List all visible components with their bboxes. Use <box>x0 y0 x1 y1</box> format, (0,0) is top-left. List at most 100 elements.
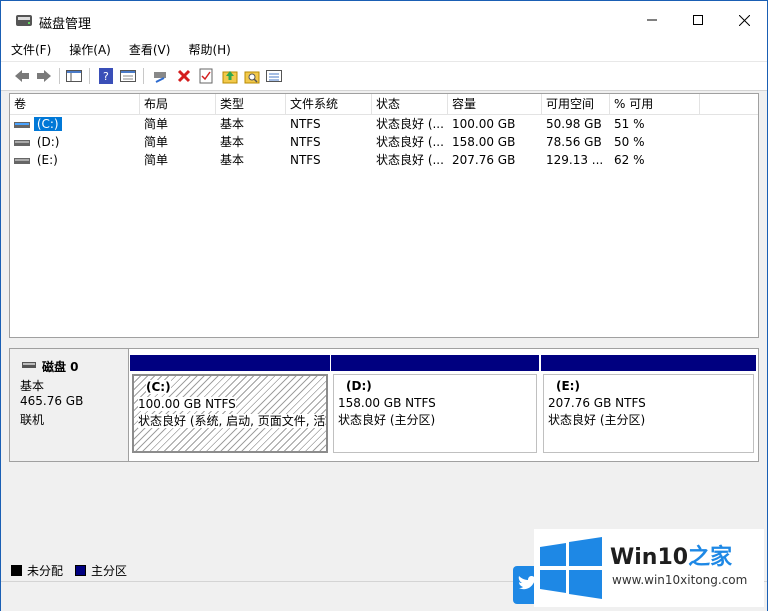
volume-row[interactable]: (D:) 简单 基本 NTFS 状态良好 (... 158.00 GB 78.5… <box>10 133 758 151</box>
volume-filesystem: NTFS <box>290 153 321 167</box>
help-book-icon: ? <box>99 68 113 84</box>
column-percent-free[interactable]: % 可用 <box>610 94 700 114</box>
list-view-icon <box>266 70 282 82</box>
help-button[interactable]: ? <box>97 67 115 85</box>
partition-body: (E:) 207.76 GB NTFS 状态良好 (主分区) <box>543 374 754 453</box>
volume-type: 基本 <box>220 153 245 167</box>
checklist-icon <box>199 68 213 84</box>
toolbar-separator <box>89 68 90 84</box>
toolbar-separator <box>59 68 60 84</box>
folder-search-icon <box>244 71 260 84</box>
volume-capacity: 207.76 GB <box>452 153 516 167</box>
volume-status: 状态良好 (... <box>376 117 444 131</box>
disk-size: 465.76 GB <box>20 394 84 408</box>
menu-help[interactable]: 帮助(H) <box>178 39 238 61</box>
volume-free-space: 78.56 GB <box>546 135 602 149</box>
column-free-space[interactable]: 可用空间 <box>542 94 610 114</box>
partition-body: (D:) 158.00 GB NTFS 状态良好 (主分区) <box>333 374 537 453</box>
console-tree-button[interactable] <box>65 67 83 85</box>
volume-percent-free: 62 % <box>614 153 645 167</box>
legend-unallocated: 未分配 <box>27 563 64 578</box>
volume-type: 基本 <box>220 135 245 149</box>
volume-filesystem: NTFS <box>290 135 321 149</box>
column-capacity[interactable]: 容量 <box>448 94 542 114</box>
volume-row[interactable]: (C:) 简单 基本 NTFS 状态良好 (... 100.00 GB 50.9… <box>10 115 758 133</box>
volume-name: (E:) <box>36 153 58 167</box>
volume-list-pane[interactable]: 卷 布局 类型 文件系统 状态 容量 可用空间 % 可用 (C:) 简单 基本 … <box>9 93 759 338</box>
volume-name: (D:) <box>36 135 60 149</box>
disk-connect-icon <box>154 72 166 83</box>
close-button[interactable] <box>721 1 767 39</box>
watermark-url: www.win10xitong.com <box>612 573 748 587</box>
partition-status: 状态良好 (主分区) <box>338 413 436 427</box>
volume-row[interactable]: (E:) 简单 基本 NTFS 状态良好 (... 207.76 GB 129.… <box>10 151 758 169</box>
menu-view[interactable]: 查看(V) <box>119 39 179 61</box>
close-icon <box>738 14 750 26</box>
column-layout[interactable]: 布局 <box>140 94 216 114</box>
column-type[interactable]: 类型 <box>216 94 286 114</box>
partition-bar <box>541 355 756 371</box>
windows-logo-icon <box>540 537 602 599</box>
toolbar-separator <box>143 68 144 84</box>
volume-free-space: 50.98 GB <box>546 117 602 131</box>
disk-graphical-pane[interactable]: 磁盘 0 基本 465.76 GB 联机 (C:) 100.00 GB NTFS… <box>9 348 759 462</box>
volume-icon <box>14 121 30 128</box>
list-view-button[interactable] <box>265 67 283 85</box>
disk-kind: 基本 <box>20 379 45 393</box>
up-folder-button[interactable] <box>221 67 239 85</box>
volume-capacity: 158.00 GB <box>452 135 516 149</box>
menu-file[interactable]: 文件(F) <box>1 39 59 61</box>
volume-layout: 简单 <box>144 117 169 131</box>
partition-d[interactable]: (D:) 158.00 GB NTFS 状态良好 (主分区) <box>331 355 539 455</box>
column-filesystem[interactable]: 文件系统 <box>286 94 372 114</box>
disk-icon <box>22 362 36 368</box>
volume-percent-free: 50 % <box>614 135 645 149</box>
svg-text:?: ? <box>103 70 109 83</box>
properties-button[interactable] <box>119 67 137 85</box>
unallocated-swatch <box>11 564 22 576</box>
partition-bar <box>331 355 539 371</box>
search-folder-button[interactable] <box>243 67 261 85</box>
disk-management-icon <box>16 15 32 26</box>
console-tree-icon <box>66 70 82 82</box>
partition-label: (C:) <box>146 380 171 394</box>
partition-e[interactable]: (E:) 207.76 GB NTFS 状态良好 (主分区) <box>541 355 756 455</box>
partition-c[interactable]: (C:) 100.00 GB NTFS 状态良好 (系统, 启动, 页面文件, … <box>130 355 330 455</box>
pane-splitter[interactable] <box>1 340 767 346</box>
disk-management-window: 磁盘管理 文件(F) 操作(A) 查看(V) 帮助(H) ? 卷 布局 类型 文… <box>0 0 768 611</box>
disk-info[interactable]: 磁盘 0 基本 465.76 GB 联机 <box>10 349 129 461</box>
watermark: Win10之家 www.win10xitong.com <box>534 529 764 607</box>
volume-icon <box>14 139 30 146</box>
forward-button[interactable] <box>35 67 53 85</box>
menu-bar: 文件(F) 操作(A) 查看(V) 帮助(H) <box>1 39 767 61</box>
maximize-button[interactable] <box>675 1 721 39</box>
connect-disk-button[interactable] <box>151 67 169 85</box>
partition-label: (D:) <box>346 379 372 393</box>
back-button[interactable] <box>13 67 31 85</box>
properties-window-icon <box>120 70 136 82</box>
volume-list-header: 卷 布局 类型 文件系统 状态 容量 可用空间 % 可用 <box>10 94 758 115</box>
volume-layout: 简单 <box>144 135 169 149</box>
disk-name: 磁盘 0 <box>42 360 79 374</box>
delete-x-icon <box>177 69 191 83</box>
window-title: 磁盘管理 <box>39 17 92 32</box>
watermark-brand: Win10 <box>610 545 689 570</box>
column-volume[interactable]: 卷 <box>10 94 140 114</box>
partition-bar <box>130 355 330 371</box>
volume-filesystem: NTFS <box>290 117 321 131</box>
delete-button[interactable] <box>175 67 193 85</box>
volume-type: 基本 <box>220 117 245 131</box>
menu-action[interactable]: 操作(A) <box>59 39 119 61</box>
legend: 未分配 主分区 <box>11 561 127 579</box>
volume-status: 状态良好 (... <box>376 135 444 149</box>
check-button[interactable] <box>197 67 215 85</box>
folder-up-icon <box>222 71 238 84</box>
column-status[interactable]: 状态 <box>372 94 448 114</box>
minimize-button[interactable] <box>629 1 675 39</box>
partition-label: (E:) <box>556 379 580 393</box>
primary-partition-swatch <box>75 564 87 576</box>
partition-size: 100.00 GB NTFS <box>138 397 236 411</box>
title-bar[interactable]: 磁盘管理 <box>1 1 767 39</box>
maximize-icon <box>693 15 703 25</box>
partition-status: 状态良好 (主分区) <box>548 413 646 427</box>
